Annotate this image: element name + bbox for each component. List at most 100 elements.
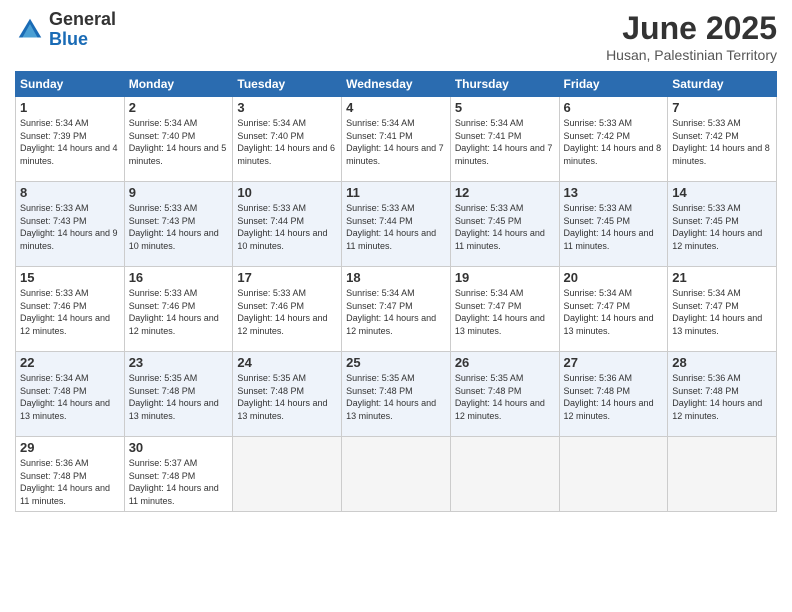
- day-number: 10: [237, 185, 337, 200]
- day-number: 7: [672, 100, 772, 115]
- cell-details: Sunrise: 5:33 AMSunset: 7:46 PMDaylight:…: [129, 287, 229, 337]
- calendar-cell: 3 Sunrise: 5:34 AMSunset: 7:40 PMDaylight…: [233, 97, 342, 182]
- day-number: 3: [237, 100, 337, 115]
- day-number: 27: [564, 355, 664, 370]
- day-number: 19: [455, 270, 555, 285]
- day-number: 28: [672, 355, 772, 370]
- cell-details: Sunrise: 5:35 AMSunset: 7:48 PMDaylight:…: [129, 372, 229, 422]
- cell-details: Sunrise: 5:33 AMSunset: 7:45 PMDaylight:…: [455, 202, 555, 252]
- calendar-cell: 6 Sunrise: 5:33 AMSunset: 7:42 PMDaylight…: [559, 97, 668, 182]
- cell-details: Sunrise: 5:34 AMSunset: 7:48 PMDaylight:…: [20, 372, 120, 422]
- calendar-cell: 5 Sunrise: 5:34 AMSunset: 7:41 PMDaylight…: [450, 97, 559, 182]
- calendar-cell: 23 Sunrise: 5:35 AMSunset: 7:48 PMDayligh…: [124, 352, 233, 437]
- day-number: 23: [129, 355, 229, 370]
- calendar-cell: 4Sunrise: 5:34 AMSunset: 7:41 PMDaylight…: [342, 97, 451, 182]
- cell-details: Sunrise: 5:33 AMSunset: 7:43 PMDaylight:…: [20, 202, 120, 252]
- calendar-cell: 25Sunrise: 5:35 AMSunset: 7:48 PMDayligh…: [342, 352, 451, 437]
- calendar-cell: 1 Sunrise: 5:34 AMSunset: 7:39 PMDaylight…: [16, 97, 125, 182]
- cell-details: Sunrise: 5:33 AMSunset: 7:45 PMDaylight:…: [564, 202, 664, 252]
- calendar-cell: [342, 437, 451, 512]
- day-number: 11: [346, 185, 446, 200]
- cell-details: Sunrise: 5:33 AMSunset: 7:46 PMDaylight:…: [237, 287, 337, 337]
- day-number: 21: [672, 270, 772, 285]
- day-number: 13: [564, 185, 664, 200]
- cell-details: Sunrise: 5:33 AMSunset: 7:44 PMDaylight:…: [237, 202, 337, 252]
- logo-blue: Blue: [49, 30, 116, 50]
- calendar-week-row: 29 Sunrise: 5:36 AMSunset: 7:48 PMDayligh…: [16, 437, 777, 512]
- day-number: 16: [129, 270, 229, 285]
- day-number: 26: [455, 355, 555, 370]
- calendar-cell: 28 Sunrise: 5:36 AMSunset: 7:48 PMDayligh…: [668, 352, 777, 437]
- day-number: 22: [20, 355, 120, 370]
- calendar-cell: 22 Sunrise: 5:34 AMSunset: 7:48 PMDayligh…: [16, 352, 125, 437]
- cell-details: Sunrise: 5:34 AMSunset: 7:47 PMDaylight:…: [564, 287, 664, 337]
- calendar-table: SundayMondayTuesdayWednesdayThursdayFrid…: [15, 71, 777, 512]
- calendar-cell: 24Sunrise: 5:35 AMSunset: 7:48 PMDayligh…: [233, 352, 342, 437]
- calendar-cell: 10 Sunrise: 5:33 AMSunset: 7:44 PMDayligh…: [233, 182, 342, 267]
- cell-details: Sunrise: 5:34 AMSunset: 7:40 PMDaylight:…: [237, 117, 337, 167]
- logo-general: General: [49, 10, 116, 30]
- logo-text: General Blue: [49, 10, 116, 50]
- calendar-header-sunday: Sunday: [16, 72, 125, 97]
- calendar-cell: 7 Sunrise: 5:33 AMSunset: 7:42 PMDaylight…: [668, 97, 777, 182]
- calendar-cell: 2Sunrise: 5:34 AMSunset: 7:40 PMDaylight…: [124, 97, 233, 182]
- day-number: 17: [237, 270, 337, 285]
- day-number: 5: [455, 100, 555, 115]
- day-number: 9: [129, 185, 229, 200]
- cell-details: Sunrise: 5:34 AMSunset: 7:41 PMDaylight:…: [346, 117, 446, 167]
- calendar-header-saturday: Saturday: [668, 72, 777, 97]
- cell-details: Sunrise: 5:36 AMSunset: 7:48 PMDaylight:…: [672, 372, 772, 422]
- logo-icon: [15, 15, 45, 45]
- location: Husan, Palestinian Territory: [606, 47, 777, 63]
- cell-details: Sunrise: 5:33 AMSunset: 7:45 PMDaylight:…: [672, 202, 772, 252]
- day-number: 20: [564, 270, 664, 285]
- cell-details: Sunrise: 5:34 AMSunset: 7:39 PMDaylight:…: [20, 117, 120, 167]
- calendar-cell: 16 Sunrise: 5:33 AMSunset: 7:46 PMDayligh…: [124, 267, 233, 352]
- day-number: 29: [20, 440, 120, 455]
- calendar-cell: 26 Sunrise: 5:35 AMSunset: 7:48 PMDayligh…: [450, 352, 559, 437]
- cell-details: Sunrise: 5:33 AMSunset: 7:42 PMDaylight:…: [672, 117, 772, 167]
- calendar-header-friday: Friday: [559, 72, 668, 97]
- calendar-header-thursday: Thursday: [450, 72, 559, 97]
- page: General Blue June 2025 Husan, Palestinia…: [0, 0, 792, 612]
- day-number: 24: [237, 355, 337, 370]
- day-number: 1: [20, 100, 120, 115]
- cell-details: Sunrise: 5:33 AMSunset: 7:44 PMDaylight:…: [346, 202, 446, 252]
- cell-details: Sunrise: 5:34 AMSunset: 7:47 PMDaylight:…: [672, 287, 772, 337]
- day-number: 25: [346, 355, 446, 370]
- calendar-header-tuesday: Tuesday: [233, 72, 342, 97]
- calendar-cell: 13 Sunrise: 5:33 AMSunset: 7:45 PMDayligh…: [559, 182, 668, 267]
- calendar-cell: 20 Sunrise: 5:34 AMSunset: 7:47 PMDayligh…: [559, 267, 668, 352]
- calendar-cell: 17 Sunrise: 5:33 AMSunset: 7:46 PMDayligh…: [233, 267, 342, 352]
- calendar-cell: 19 Sunrise: 5:34 AMSunset: 7:47 PMDayligh…: [450, 267, 559, 352]
- header: General Blue June 2025 Husan, Palestinia…: [15, 10, 777, 63]
- calendar-cell: 29 Sunrise: 5:36 AMSunset: 7:48 PMDayligh…: [16, 437, 125, 512]
- cell-details: Sunrise: 5:33 AMSunset: 7:42 PMDaylight:…: [564, 117, 664, 167]
- calendar-cell: 30Sunrise: 5:37 AMSunset: 7:48 PMDayligh…: [124, 437, 233, 512]
- title-area: June 2025 Husan, Palestinian Territory: [606, 10, 777, 63]
- calendar-cell: 11 Sunrise: 5:33 AMSunset: 7:44 PMDayligh…: [342, 182, 451, 267]
- cell-details: Sunrise: 5:34 AMSunset: 7:47 PMDaylight:…: [455, 287, 555, 337]
- calendar-cell: 14Sunrise: 5:33 AMSunset: 7:45 PMDayligh…: [668, 182, 777, 267]
- calendar-cell: 27 Sunrise: 5:36 AMSunset: 7:48 PMDayligh…: [559, 352, 668, 437]
- day-number: 6: [564, 100, 664, 115]
- calendar-cell: [668, 437, 777, 512]
- cell-details: Sunrise: 5:34 AMSunset: 7:40 PMDaylight:…: [129, 117, 229, 167]
- calendar-week-row: 22 Sunrise: 5:34 AMSunset: 7:48 PMDayligh…: [16, 352, 777, 437]
- cell-details: Sunrise: 5:36 AMSunset: 7:48 PMDaylight:…: [20, 457, 120, 507]
- calendar-week-row: 15 Sunrise: 5:33 AMSunset: 7:46 PMDayligh…: [16, 267, 777, 352]
- calendar-cell: 21 Sunrise: 5:34 AMSunset: 7:47 PMDayligh…: [668, 267, 777, 352]
- calendar-header-row: SundayMondayTuesdayWednesdayThursdayFrid…: [16, 72, 777, 97]
- cell-details: Sunrise: 5:34 AMSunset: 7:47 PMDaylight:…: [346, 287, 446, 337]
- day-number: 8: [20, 185, 120, 200]
- cell-details: Sunrise: 5:33 AMSunset: 7:46 PMDaylight:…: [20, 287, 120, 337]
- calendar-week-row: 1 Sunrise: 5:34 AMSunset: 7:39 PMDaylight…: [16, 97, 777, 182]
- calendar-cell: 15 Sunrise: 5:33 AMSunset: 7:46 PMDayligh…: [16, 267, 125, 352]
- day-number: 15: [20, 270, 120, 285]
- calendar-cell: 9Sunrise: 5:33 AMSunset: 7:43 PMDaylight…: [124, 182, 233, 267]
- cell-details: Sunrise: 5:36 AMSunset: 7:48 PMDaylight:…: [564, 372, 664, 422]
- day-number: 18: [346, 270, 446, 285]
- cell-details: Sunrise: 5:34 AMSunset: 7:41 PMDaylight:…: [455, 117, 555, 167]
- cell-details: Sunrise: 5:35 AMSunset: 7:48 PMDaylight:…: [455, 372, 555, 422]
- calendar-cell: [233, 437, 342, 512]
